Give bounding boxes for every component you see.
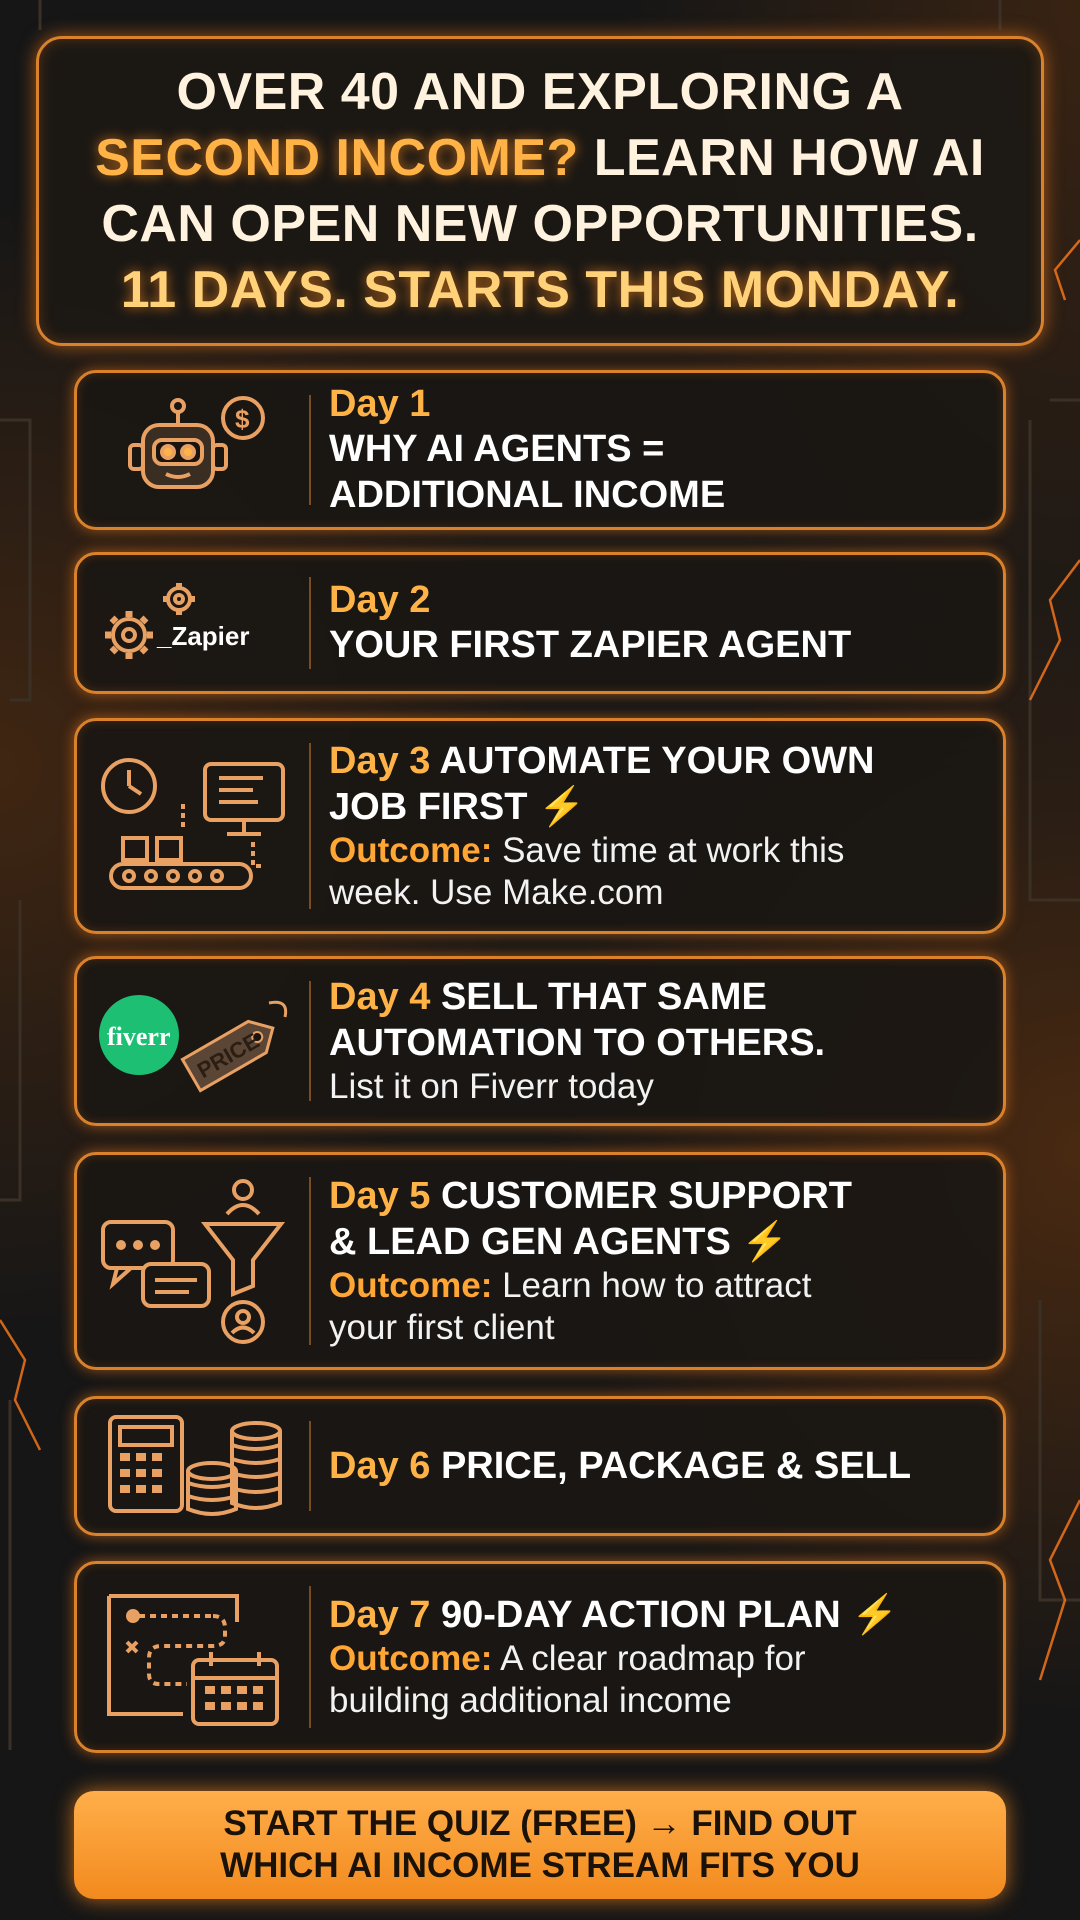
day-3-title-2: JOB FIRST xyxy=(329,786,528,828)
day-2-card: _Zapier Day 2 YOUR FIRST ZAPIER AGENT xyxy=(74,552,1006,694)
day-3-title-line-2: JOB FIRST ⚡ xyxy=(329,784,983,830)
day-6-title: Day 6 PRICE, PACKAGE & SELL xyxy=(329,1443,983,1489)
headline-line-1: OVER 40 AND EXPLORING A xyxy=(176,63,904,121)
day-7-outcome-line-2: building additional income xyxy=(329,1681,732,1720)
day-3-label: Day 3 xyxy=(329,740,431,782)
day-2-label: Day 2 xyxy=(329,578,431,621)
day-1-title-line-2: ADDITIONAL INCOME xyxy=(329,473,726,516)
day-4-card: fiverr PRICE Day 4 SELL THAT SAME AUTOMA… xyxy=(74,956,1006,1126)
zapier-gears-icon: _Zapier xyxy=(77,555,309,691)
lightning-icon: ⚡ xyxy=(538,786,586,828)
robot-dollar-icon: $ xyxy=(77,373,309,527)
day-4-text: Day 4 SELL THAT SAME AUTOMATION TO OTHER… xyxy=(311,974,1003,1108)
day-4-title-line-1: Day 4 SELL THAT SAME xyxy=(329,974,983,1020)
day-4-label: Day 4 xyxy=(329,976,431,1018)
cta-line-2: WHICH AI INCOME STREAM FITS YOU xyxy=(220,1846,860,1885)
day-6-label: Day 6 xyxy=(329,1445,431,1487)
outcome-label: Outcome: xyxy=(329,1266,493,1305)
day-7-text: Day 7 90-DAY ACTION PLAN ⚡ Outcome: A cl… xyxy=(311,1592,1003,1722)
day-5-outcome-line-2: your first client xyxy=(329,1308,555,1347)
day-1-label: Day 1 xyxy=(329,382,431,425)
day-3-title-inline: AUTOMATE YOUR OWN xyxy=(430,740,875,782)
day-5-title-line-1: Day 5 CUSTOMER SUPPORT xyxy=(329,1173,983,1219)
day-1-card: $ Day 1 WHY AI AGENTS = ADDITIONAL INCOM… xyxy=(74,370,1006,530)
svg-text:$: $ xyxy=(235,404,250,434)
calculator-coins-icon xyxy=(77,1399,309,1533)
day-6-text: Day 6 PRICE, PACKAGE & SELL xyxy=(311,1443,1003,1489)
day-4-title-line-2: AUTOMATION TO OTHERS. xyxy=(329,1022,826,1064)
day-6-title-inline: PRICE, PACKAGE & SELL xyxy=(430,1445,912,1487)
workflow-automation-icon xyxy=(77,721,309,931)
headline-line-2-rest: LEARN HOW AI xyxy=(578,129,985,187)
day-1-text: Day 1 WHY AI AGENTS = ADDITIONAL INCOME xyxy=(311,383,1003,518)
day-5-label: Day 5 xyxy=(329,1175,431,1217)
day-5-title-inline: CUSTOMER SUPPORT xyxy=(430,1175,852,1217)
fiverr-price-tag-icon: fiverr PRICE xyxy=(77,959,309,1123)
day-1-title-line-1: WHY AI AGENTS = xyxy=(329,427,665,470)
day-4-subtitle: List it on Fiverr today xyxy=(329,1067,654,1106)
day-5-title-line-2: & LEAD GEN AGENTS ⚡ xyxy=(329,1219,983,1265)
day-5-text: Day 5 CUSTOMER SUPPORT & LEAD GEN AGENTS… xyxy=(311,1173,1003,1349)
day-3-card: Day 3 AUTOMATE YOUR OWN JOB FIRST ⚡ Outc… xyxy=(74,718,1006,934)
chat-funnel-icon xyxy=(77,1155,309,1367)
cta-line-1: START THE QUIZ (FREE) → FIND OUT xyxy=(223,1804,857,1843)
day-4-title-inline: SELL THAT SAME xyxy=(430,976,767,1018)
headline-line-3: CAN OPEN NEW OPPORTUNITIES. xyxy=(101,195,979,253)
day-7-outcome: Outcome: A clear roadmap for xyxy=(329,1638,983,1680)
day-6-card: Day 6 PRICE, PACKAGE & SELL xyxy=(74,1396,1006,1536)
day-2-title: YOUR FIRST ZAPIER AGENT xyxy=(329,623,852,666)
day-7-title-inline: 90-DAY ACTION PLAN xyxy=(430,1594,841,1636)
outcome-label: Outcome: xyxy=(329,831,493,870)
day-5-outcome-1: Learn how to attract xyxy=(492,1266,812,1305)
day-5-outcome: Outcome: Learn how to attract xyxy=(329,1265,983,1307)
day-7-card: Day 7 90-DAY ACTION PLAN ⚡ Outcome: A cl… xyxy=(74,1561,1006,1753)
day-3-outcome-line-2: week. Use Make.com xyxy=(329,873,664,912)
headline-box: OVER 40 AND EXPLORING A SECOND INCOME? L… xyxy=(36,36,1044,346)
day-3-title-line-1: Day 3 AUTOMATE YOUR OWN xyxy=(329,738,983,784)
headline-highlight: SECOND INCOME? xyxy=(95,129,579,187)
lightning-icon: ⚡ xyxy=(741,1221,789,1263)
day-7-outcome-1: A clear roadmap for xyxy=(492,1639,806,1678)
lightning-icon: ⚡ xyxy=(851,1594,899,1636)
day-5-card: Day 5 CUSTOMER SUPPORT & LEAD GEN AGENTS… xyxy=(74,1152,1006,1370)
day-5-title-2: & LEAD GEN AGENTS xyxy=(329,1221,731,1263)
headline-line-4: 11 DAYS. STARTS THIS MONDAY. xyxy=(120,261,960,319)
day-7-title-line-1: Day 7 90-DAY ACTION PLAN ⚡ xyxy=(329,1592,983,1638)
fiverr-logo-text: fiverr xyxy=(107,1022,171,1051)
start-quiz-button[interactable]: START THE QUIZ (FREE) → FIND OUT WHICH A… xyxy=(74,1791,1006,1899)
day-3-outcome-1: Save time at work this xyxy=(492,831,845,870)
day-3-text: Day 3 AUTOMATE YOUR OWN JOB FIRST ⚡ Outc… xyxy=(311,738,1003,914)
outcome-label: Outcome: xyxy=(329,1639,493,1678)
roadmap-calendar-icon xyxy=(77,1564,309,1750)
headline-line-2: SECOND INCOME? LEARN HOW AI xyxy=(95,125,985,191)
day-7-label: Day 7 xyxy=(329,1594,431,1636)
day-3-outcome: Outcome: Save time at work this xyxy=(329,830,983,872)
zapier-logo-text: _Zapier xyxy=(156,621,250,651)
day-2-text: Day 2 YOUR FIRST ZAPIER AGENT xyxy=(311,579,1003,668)
